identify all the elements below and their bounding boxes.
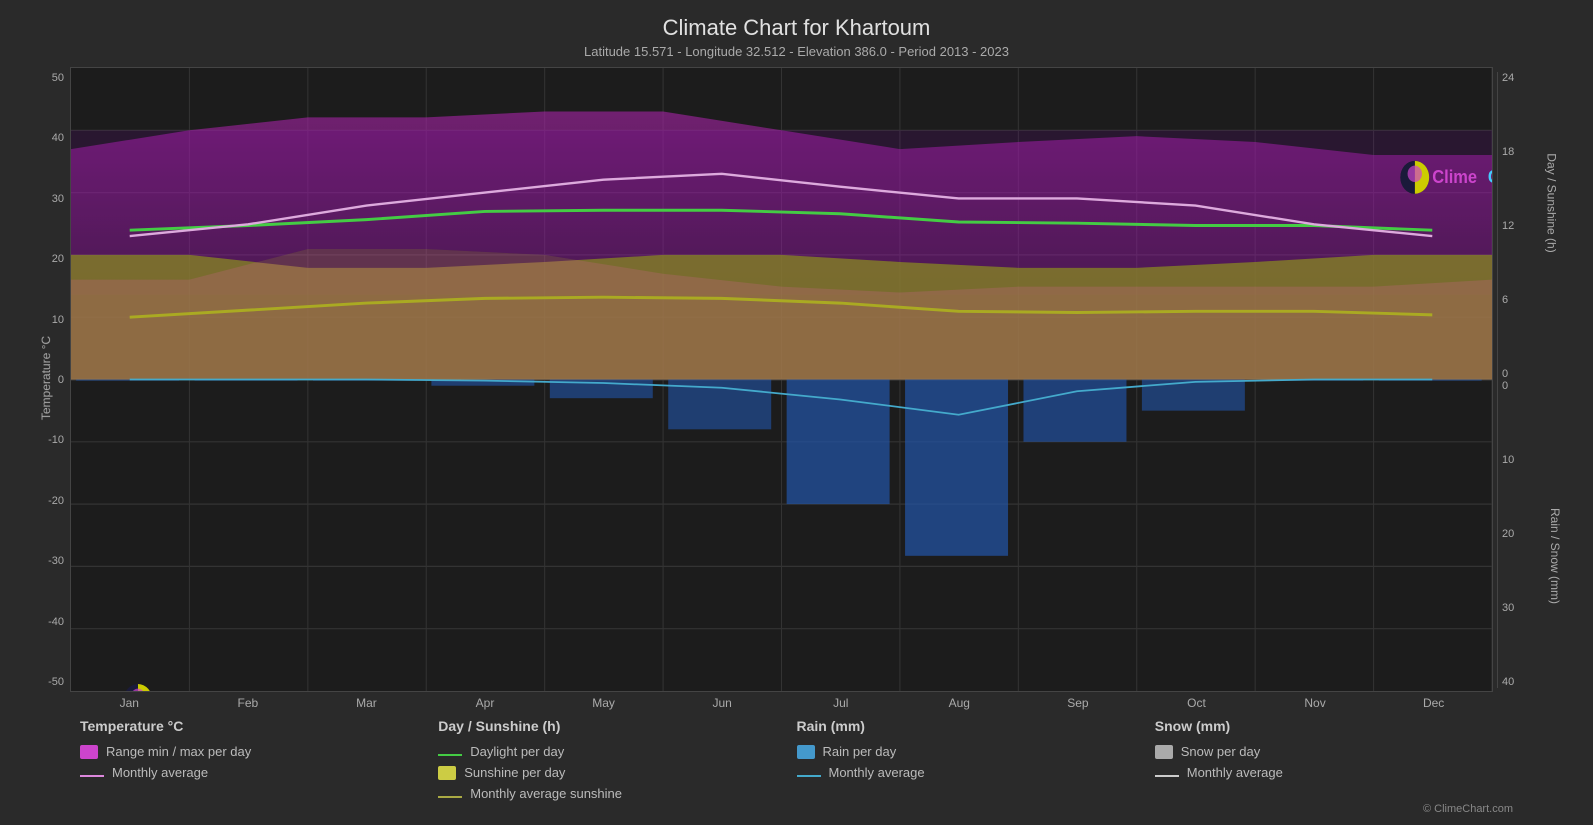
x-axis-label: Nov (1256, 696, 1375, 710)
legend-item: Monthly average (80, 765, 438, 780)
chart-area-wrapper: 50 40 30 20 10 0 -10 -20 -30 -40 -50 (20, 67, 1573, 710)
x-axis: JanFebMarAprMayJunJulAugSepOctNovDec (70, 692, 1493, 710)
legend-label: Snow per day (1181, 744, 1261, 759)
copyright: © ClimeChart.com (20, 803, 1573, 815)
right-axis-bottom-label: 0 (1502, 380, 1573, 392)
right-axis-top-label: 0 (1502, 368, 1573, 380)
legend-item: Monthly average (797, 765, 1155, 780)
legend-label: Monthly average (1187, 765, 1283, 780)
chart-main: Clime Chart.com Clime Chart.com (70, 67, 1493, 710)
right-axis-top-label: 12 (1502, 220, 1573, 232)
legend-line (438, 796, 462, 798)
x-axis-label: Feb (189, 696, 308, 710)
legend-col-title: Day / Sunshine (h) (438, 718, 796, 734)
legend-label: Range min / max per day (106, 744, 251, 759)
legend-col: Snow (mm) Snow per day Monthly average (1155, 718, 1513, 801)
x-axis-label: May (544, 696, 663, 710)
x-axis-label: Mar (307, 696, 426, 710)
page-wrapper: Climate Chart for Khartoum Latitude 15.5… (0, 0, 1593, 825)
chart-title: Climate Chart for Khartoum (663, 15, 931, 41)
right-axis-bottom-label: 40 (1502, 676, 1573, 688)
legend-item: Range min / max per day (80, 744, 438, 759)
legend-label: Daylight per day (470, 744, 564, 759)
y-axis-left-label: -10 (48, 434, 64, 446)
y-axis-left-label: 10 (52, 314, 64, 326)
x-axis-label: Apr (426, 696, 545, 710)
legend-item: Snow per day (1155, 744, 1513, 759)
x-axis-label: Jan (70, 696, 189, 710)
legend-item: Monthly average sunshine (438, 786, 796, 801)
y-axis-left-label: 30 (52, 193, 64, 205)
legend-col: Rain (mm) Rain per day Monthly average (797, 718, 1155, 801)
x-axis-label: Sep (1019, 696, 1138, 710)
legend-label: Monthly average (829, 765, 925, 780)
legend-label: Sunshine per day (464, 765, 565, 780)
right-axis-bottom-label: 30 (1502, 602, 1573, 614)
right-axis-top-label: 18 (1502, 146, 1573, 158)
x-axis-label: Aug (900, 696, 1019, 710)
y-axis-left-label: 20 (52, 253, 64, 265)
legend-label: Monthly average sunshine (470, 786, 622, 801)
chart-canvas: Clime Chart.com Clime Chart.com (70, 67, 1493, 692)
left-axis-title: Temperature °C (39, 336, 53, 420)
right-axis-bottom-label: 10 (1502, 454, 1573, 466)
legend-label: Monthly average (112, 765, 208, 780)
right-axis-bottom-label: 20 (1502, 528, 1573, 540)
y-axis-left-label: -40 (48, 616, 64, 628)
right-axis-title-bottom: Rain / Snow (mm) (1548, 508, 1562, 604)
y-axis-left-label: 50 (52, 72, 64, 84)
legend-swatch (80, 745, 98, 759)
chart-subtitle: Latitude 15.571 - Longitude 32.512 - Ele… (584, 44, 1009, 59)
x-axis-label: Oct (1137, 696, 1256, 710)
legend-swatch (797, 745, 815, 759)
svg-text:Chart.com: Chart.com (1488, 166, 1492, 187)
legend-col-title: Temperature °C (80, 718, 438, 734)
legend-line (797, 775, 821, 777)
right-axis-top-label: 24 (1502, 72, 1573, 84)
svg-text:Clime: Clime (1432, 166, 1477, 187)
x-axis-label: Jul (781, 696, 900, 710)
legend-swatch (438, 766, 456, 780)
y-axis-left-label: 0 (58, 374, 64, 386)
x-axis-label: Jun (663, 696, 782, 710)
x-axis-label: Dec (1374, 696, 1493, 710)
y-axis-left-label: 40 (52, 132, 64, 144)
legend-line (1155, 775, 1179, 777)
legend-line (80, 775, 104, 777)
y-axis-left-label: -50 (48, 676, 64, 688)
legend-swatch (1155, 745, 1173, 759)
right-axis-title-top: Day / Sunshine (h) (1544, 153, 1558, 252)
y-axis-left-label: -30 (48, 555, 64, 567)
legend-item: Sunshine per day (438, 765, 796, 780)
legend-line (438, 754, 462, 756)
legend-col: Day / Sunshine (h) Daylight per day Sunshi… (438, 718, 796, 801)
right-axis-top-label: 6 (1502, 294, 1573, 306)
y-axis-right: 24 18 12 6 00 10 20 30 40 Day / Sunshine (h) Rain … (1493, 67, 1573, 710)
legend-col-title: Rain (mm) (797, 718, 1155, 734)
legend-col-title: Snow (mm) (1155, 718, 1513, 734)
chart-svg: Clime Chart.com Clime Chart.com (71, 68, 1492, 691)
legend-item: Monthly average (1155, 765, 1513, 780)
legend-item: Daylight per day (438, 744, 796, 759)
legend-item: Rain per day (797, 744, 1155, 759)
legend-col: Temperature °C Range min / max per day Mon… (80, 718, 438, 801)
y-axis-left-label: -20 (48, 495, 64, 507)
legend-area: Temperature °C Range min / max per day Mon… (20, 718, 1573, 801)
legend-label: Rain per day (823, 744, 897, 759)
